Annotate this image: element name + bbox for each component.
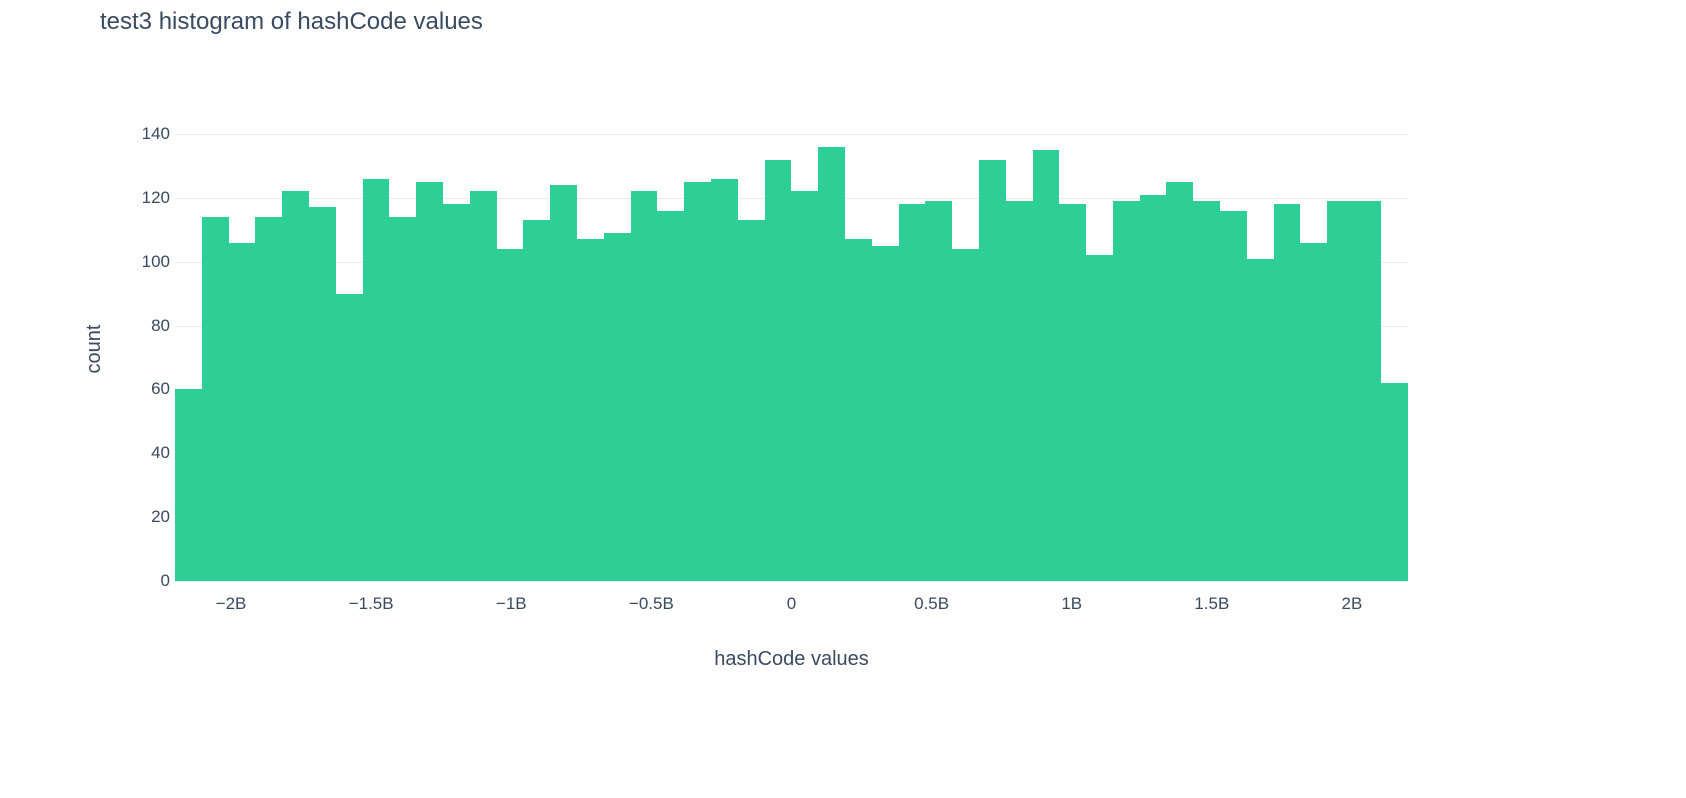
y-tick-label: 100 (130, 252, 170, 272)
histogram-bar (925, 201, 952, 581)
histogram-bar (389, 217, 416, 581)
x-tick-label: 0.5B (914, 594, 949, 614)
y-tick-label: 140 (130, 124, 170, 144)
y-tick-label: 80 (130, 316, 170, 336)
y-axis: 020406080100120140 (130, 118, 170, 581)
histogram-bar (309, 207, 336, 581)
histogram-bar (952, 249, 979, 581)
y-tick-label: 120 (130, 188, 170, 208)
histogram-bar (818, 147, 845, 581)
histogram-bar (684, 182, 711, 581)
y-tick-label: 40 (130, 443, 170, 463)
histogram-bar (1086, 255, 1113, 581)
histogram-bar (470, 191, 497, 581)
chart-title: test3 histogram of hashCode values (100, 8, 483, 36)
y-tick-label: 20 (130, 507, 170, 527)
x-tick-label: 0 (787, 594, 796, 614)
histogram-bar (229, 243, 256, 581)
x-axis: −2B −1.5B −1B −0.5B 0 0.5B 1B 1.5B 2B (175, 588, 1408, 618)
histogram-bar (791, 191, 818, 581)
histogram-bar (202, 217, 229, 581)
histogram-bar (282, 191, 309, 581)
histogram-bar (1354, 201, 1381, 581)
histogram-bar (1059, 204, 1086, 581)
histogram-bar (1140, 195, 1167, 581)
histogram-bar (1166, 182, 1193, 581)
histogram-bar (1033, 150, 1060, 581)
histogram-bar (523, 220, 550, 581)
histogram-bar (1274, 204, 1301, 581)
histogram-bar (1327, 201, 1354, 581)
x-tick-label: 2B (1342, 594, 1363, 614)
histogram-bar (872, 246, 899, 581)
histogram-bar (631, 191, 658, 581)
histogram-bar (657, 211, 684, 581)
histogram-bar (1220, 211, 1247, 581)
histogram-bar (738, 220, 765, 581)
histogram-bar (416, 182, 443, 581)
histogram-bar (1247, 259, 1274, 582)
histogram-bar (1193, 201, 1220, 581)
histogram-bar (1113, 201, 1140, 581)
histogram-bar (577, 239, 604, 581)
plot-area (175, 118, 1408, 581)
histogram-bars (175, 118, 1408, 581)
histogram-bar (1300, 243, 1327, 581)
histogram-bar (1381, 383, 1408, 581)
x-tick-label: −1B (496, 594, 527, 614)
x-tick-label: −0.5B (629, 594, 674, 614)
x-axis-label: hashCode values (175, 648, 1408, 671)
histogram-bar (255, 217, 282, 581)
histogram-bar (899, 204, 926, 581)
histogram-bar (1006, 201, 1033, 581)
histogram-bar (497, 249, 524, 581)
y-tick-label: 0 (130, 571, 170, 591)
histogram-bar (765, 160, 792, 581)
histogram-bar (979, 160, 1006, 581)
histogram-bar (175, 389, 202, 581)
y-axis-label: count (83, 325, 106, 374)
x-tick-label: 1.5B (1194, 594, 1229, 614)
histogram-bar (550, 185, 577, 581)
histogram-bar (604, 233, 631, 581)
histogram-bar (336, 294, 363, 581)
x-tick-label: −2B (216, 594, 247, 614)
histogram-bar (711, 179, 738, 581)
histogram-bar (845, 239, 872, 581)
grid-line (175, 581, 1408, 582)
y-tick-label: 60 (130, 379, 170, 399)
x-tick-label: 1B (1061, 594, 1082, 614)
x-tick-label: −1.5B (349, 594, 394, 614)
histogram-bar (443, 204, 470, 581)
histogram-bar (363, 179, 390, 581)
